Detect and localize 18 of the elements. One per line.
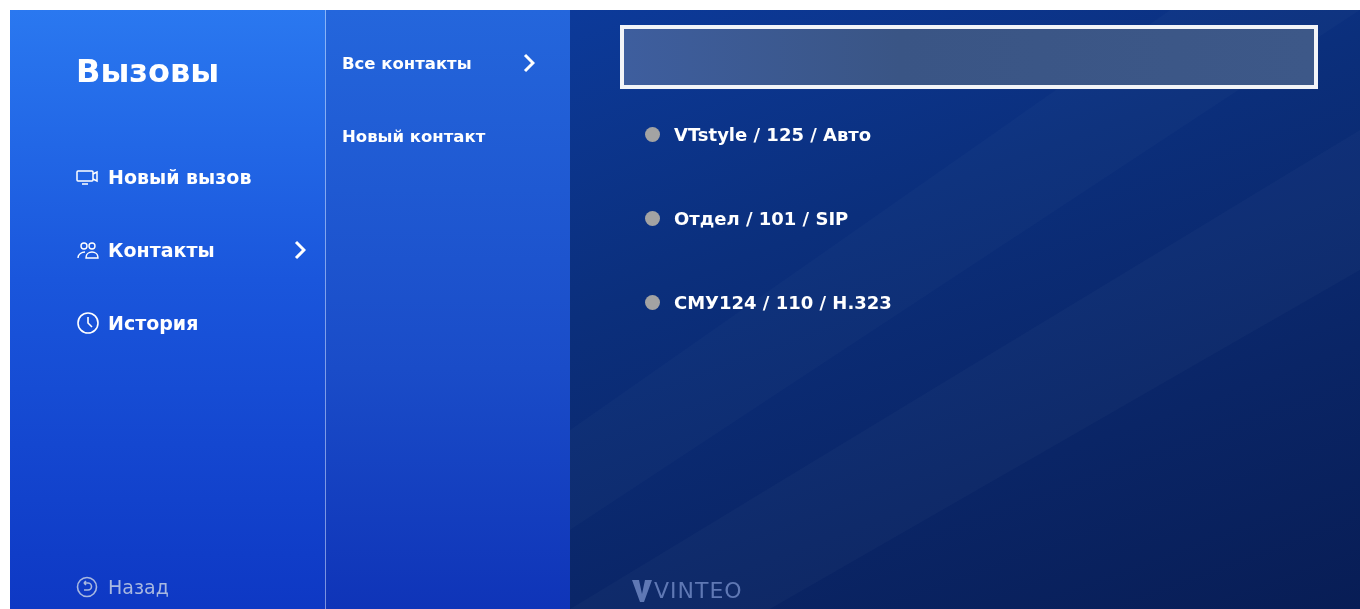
contact-name[interactable]: VTstyle / 125 / Авто [674,123,872,145]
logo: VINTEO [632,578,743,603]
menu-item[interactable]: Новый вызов [76,162,306,192]
contact-name[interactable]: СМУ124 / 110 / H.323 [674,291,892,313]
monitor-icon [76,169,100,185]
clock-icon [76,311,100,335]
contact-name[interactable]: Отдел / 101 / SIP [674,207,849,229]
menu-title: Вызовы [76,52,221,90]
menu-item[interactable]: Контакты [76,235,306,265]
people-icon [76,241,100,259]
submenu-item[interactable]: Новый контакт [342,123,535,149]
submenu-item[interactable]: Все контакты [342,50,535,76]
menu-item[interactable]: История [76,308,306,338]
back-button[interactable]: Назад [76,573,169,601]
back-icon [76,576,98,598]
search-field[interactable] [620,25,1318,89]
chevron-right-icon [294,240,306,260]
chevron-right-icon [523,53,535,73]
